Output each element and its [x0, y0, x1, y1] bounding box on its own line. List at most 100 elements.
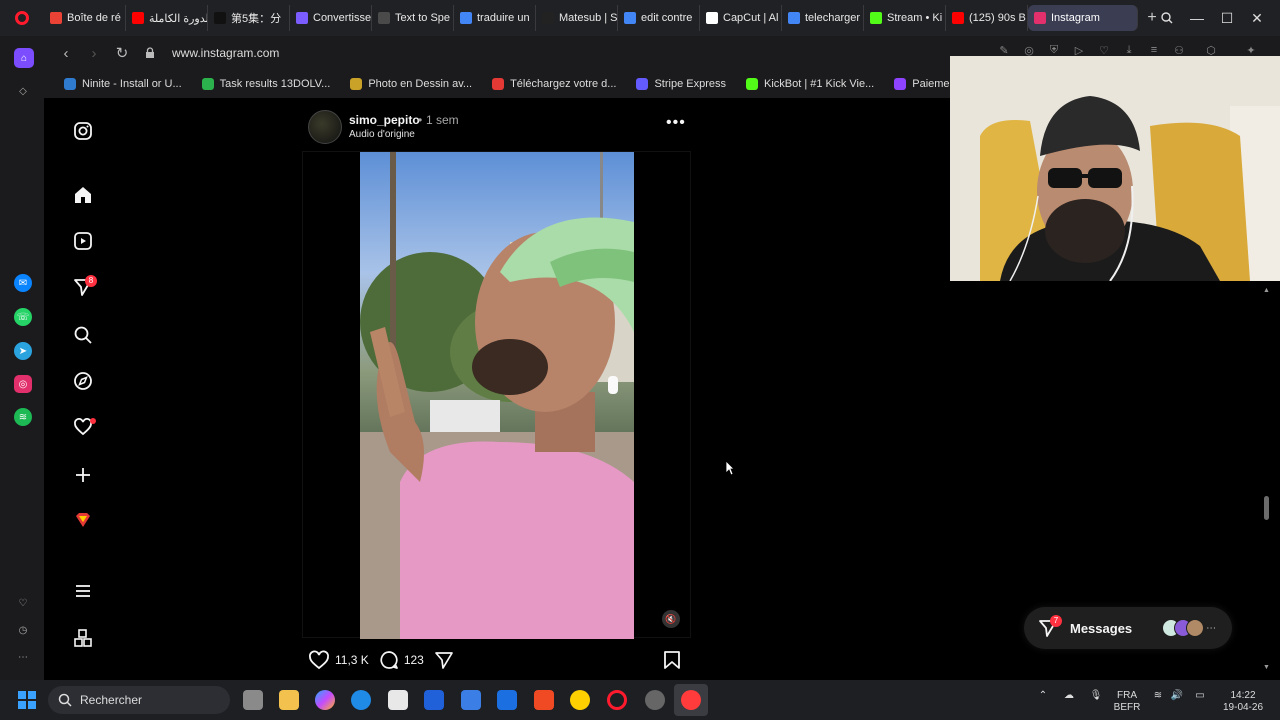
bookmark-item[interactable]: Téléchargez votre d...: [484, 78, 624, 90]
bookmark-item[interactable]: Task results 13DOLV...: [194, 78, 339, 90]
profile-avatar-icon[interactable]: [72, 509, 94, 531]
browser-tab[interactable]: الدورة الكاملة: [126, 5, 208, 31]
post-time[interactable]: 1 sem: [426, 113, 459, 127]
messages-button[interactable]: 7 Messages ⋯: [1024, 607, 1232, 649]
like-button[interactable]: 11,3 K: [308, 650, 369, 670]
browser-tab[interactable]: Stream • Ki: [864, 5, 946, 31]
home-icon[interactable]: [72, 184, 94, 206]
tray-overflow-icon[interactable]: ⌃: [1036, 690, 1050, 702]
scroll-down-icon[interactable]: ▼: [1263, 664, 1271, 672]
share-icon: [434, 652, 453, 669]
battery-icon[interactable]: ▭: [1190, 690, 1210, 702]
explore-icon[interactable]: [72, 370, 94, 392]
opera-active-icon[interactable]: [681, 690, 701, 710]
url-field[interactable]: www.instagram.com: [172, 46, 279, 60]
mail-icon[interactable]: [461, 690, 481, 710]
todo-icon[interactable]: [497, 690, 517, 710]
reload-icon[interactable]: ↻: [108, 39, 136, 67]
browser-tab[interactable]: edit contre: [618, 5, 700, 31]
browser-tab[interactable]: Boîte de ré: [44, 5, 126, 31]
microphone-icon[interactable]: 🎙: [1089, 690, 1103, 702]
opera-icon[interactable]: [607, 690, 627, 710]
comment-count: 123: [403, 653, 424, 667]
more-icon[interactable]: ⋯: [14, 648, 32, 666]
comment-button[interactable]: 123: [379, 650, 424, 670]
bookmark-item[interactable]: KickBot | #1 Kick Vie...: [738, 78, 882, 90]
messenger-icon[interactable]: ✉: [14, 274, 32, 292]
clock[interactable]: 14:22 19-04-26: [1217, 690, 1269, 714]
lock-icon[interactable]: [136, 39, 164, 67]
history-icon[interactable]: ◷: [14, 621, 32, 639]
pin-icon[interactable]: ◇: [14, 82, 32, 100]
scrollbar-track[interactable]: [1262, 282, 1272, 680]
minimize-icon[interactable]: —: [1182, 0, 1212, 36]
post-audio[interactable]: Audio d'origine: [349, 129, 415, 140]
tab-label: (125) 90s B: [969, 12, 1026, 24]
bookmark-favicon-icon: [894, 78, 907, 90]
browser-tab[interactable]: CapCut | Al: [700, 5, 782, 31]
bookmark-item[interactable]: Stripe Express: [628, 78, 734, 90]
post-options-icon[interactable]: •••: [666, 114, 686, 132]
brave-icon[interactable]: [534, 690, 554, 710]
tab-label: CapCut | Al: [723, 12, 779, 24]
create-icon[interactable]: [72, 464, 94, 486]
opera-logo-icon[interactable]: [0, 0, 44, 36]
tab-favicon-icon: [624, 12, 636, 24]
notification-dot: [90, 418, 96, 424]
mute-icon[interactable]: 🔇: [662, 610, 680, 628]
bookmark-item[interactable]: Ninite - Install or U...: [56, 78, 190, 90]
language-indicator[interactable]: FRA BEFR: [1112, 690, 1142, 714]
close-icon[interactable]: ✕: [1242, 0, 1272, 36]
browser-tab[interactable]: 第5集：分: [208, 5, 290, 31]
instagram-logo-icon[interactable]: [72, 120, 94, 142]
save-bookmark-icon[interactable]: [663, 650, 681, 675]
copilot-icon[interactable]: [315, 690, 335, 710]
browser-tab[interactable]: (125) 90s B: [946, 5, 1028, 31]
taskbar-search[interactable]: Rechercher: [48, 686, 230, 714]
post-username[interactable]: simo_pepito: [349, 113, 420, 127]
chrome-icon[interactable]: [570, 690, 590, 710]
spotify-icon[interactable]: ≋: [14, 408, 32, 426]
scroll-up-icon[interactable]: ▲: [1263, 287, 1271, 295]
file-explorer-icon[interactable]: [279, 690, 299, 710]
wifi-icon[interactable]: ≋: [1151, 690, 1165, 702]
code-editor-icon[interactable]: [424, 690, 444, 710]
more-menu-icon[interactable]: [72, 580, 94, 602]
tab-label: Text to Spe: [395, 12, 451, 24]
whatsapp-icon[interactable]: ☏: [14, 308, 32, 326]
browser-tab[interactable]: Convertisse: [290, 5, 372, 31]
instagram-side-icon[interactable]: ◎: [14, 375, 32, 393]
post-author-avatar[interactable]: [308, 110, 342, 144]
forward-icon[interactable]: ›: [80, 39, 108, 67]
store-icon[interactable]: [388, 690, 408, 710]
browser-tab[interactable]: Text to Spe: [372, 5, 454, 31]
browser-tab[interactable]: Instagram: [1028, 5, 1138, 31]
bookmark-favicon-icon: [492, 78, 505, 90]
tab-search-icon[interactable]: [1152, 0, 1182, 36]
browser-tab[interactable]: Matesub | S: [536, 5, 618, 31]
browser-tab[interactable]: telecharger: [782, 5, 864, 31]
messages-badge: 7: [1050, 615, 1062, 627]
edge-icon[interactable]: [351, 690, 371, 710]
opera-sidebar: ⌂ ◇ ✉ ☏ ➤ ◎ ≋ ♡ ◷ ⋯: [0, 36, 44, 680]
tab-favicon-icon: [214, 12, 226, 24]
post-video[interactable]: 🔇: [302, 151, 691, 639]
opera-gx-icon[interactable]: [645, 690, 665, 710]
windows-start-icon[interactable]: [17, 690, 37, 710]
apps-icon[interactable]: [72, 627, 94, 649]
search-icon[interactable]: [72, 324, 94, 346]
browser-tab[interactable]: traduire un: [454, 5, 536, 31]
onedrive-icon[interactable]: ☁: [1062, 690, 1076, 702]
task-view-icon[interactable]: [243, 690, 263, 710]
share-button[interactable]: [434, 650, 454, 670]
bookmark-item[interactable]: Photo en Dessin av...: [342, 78, 480, 90]
telegram-icon[interactable]: ➤: [14, 342, 32, 360]
back-icon[interactable]: ‹: [52, 39, 80, 67]
maximize-icon[interactable]: ☐: [1212, 0, 1242, 36]
workspace-home-icon[interactable]: ⌂: [14, 48, 34, 68]
reels-icon[interactable]: [72, 230, 94, 252]
post-header: simo_pepito • 1 sem Audio d'origine •••: [308, 108, 693, 146]
favorites-icon[interactable]: ♡: [14, 594, 32, 612]
scrollbar-thumb[interactable]: [1264, 496, 1269, 520]
volume-icon[interactable]: 🔊: [1170, 690, 1184, 702]
